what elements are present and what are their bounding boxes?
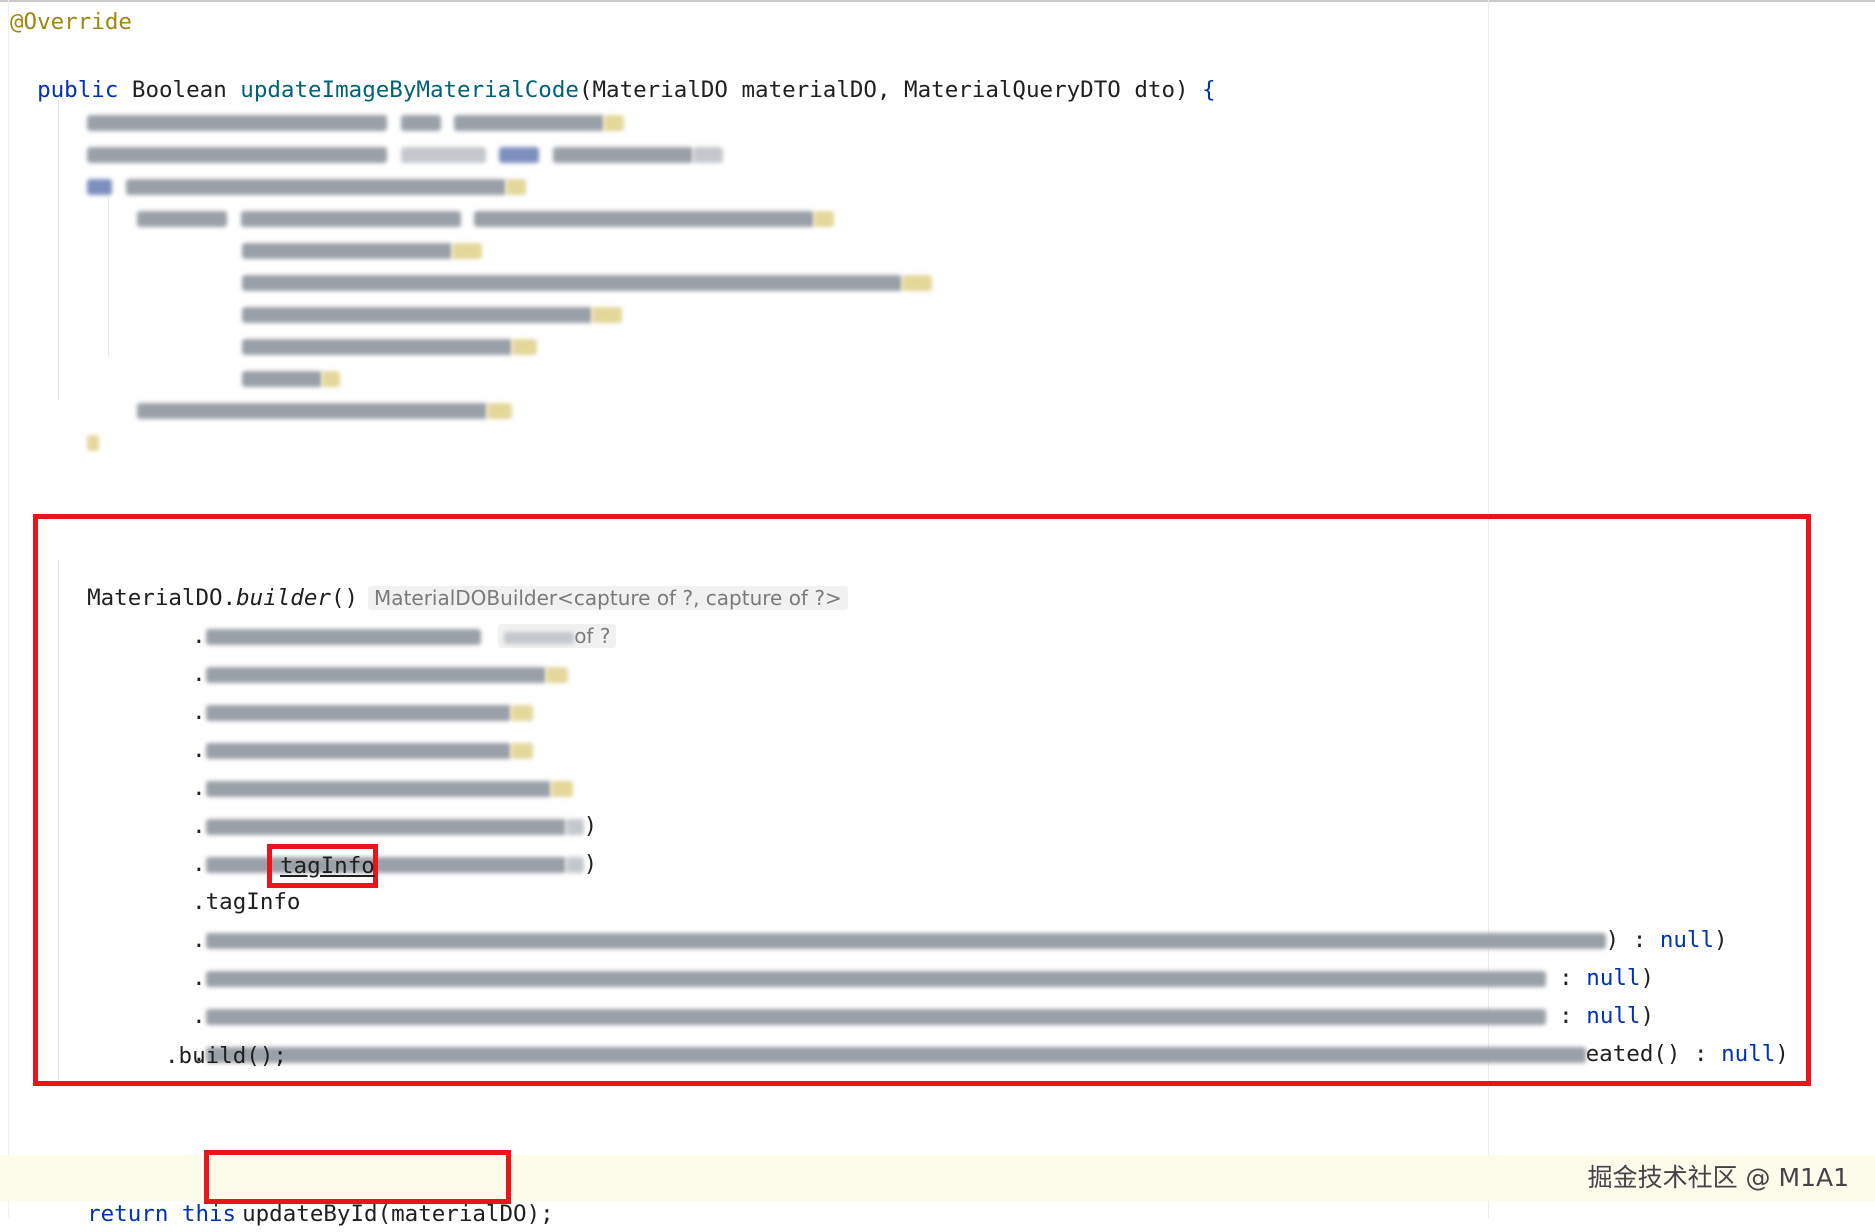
- builder-lead-time-line: . : null): [192, 1003, 1655, 1029]
- blurred-code-line: [60, 132, 526, 195]
- blurred-code-line: [110, 356, 513, 419]
- modify-time-close: ): [583, 851, 598, 877]
- blurred-code-line: [60, 68, 625, 131]
- enable-repeated-tail: eated() :: [1585, 1041, 1722, 1067]
- indent-guide: [108, 196, 109, 356]
- update-by-id-close: );: [526, 1201, 554, 1227]
- blurred-code-line: [60, 100, 723, 163]
- blurred-code-line: [60, 388, 100, 451]
- update-by-id-call: updateById(materialDO);: [215, 1160, 554, 1227]
- builder-enable-repeated-line: . eated() : null): [192, 1041, 1789, 1067]
- return-keyword: return: [87, 1201, 169, 1227]
- enable-repeated-close: ): [1775, 1041, 1789, 1067]
- builder-front-url-line: .: [165, 620, 568, 687]
- blurred-code-line: [215, 260, 623, 323]
- builder-call-line: MaterialDO.builder() MaterialDOBuilder<ca…: [60, 544, 848, 611]
- blurred-code-line: [215, 196, 483, 259]
- editor-top-border: [0, 0, 1875, 2]
- builder-back-url-line: .: [165, 658, 533, 725]
- builder-safety-stock-line: .) : null): [192, 927, 1728, 953]
- blurred-code-line: [215, 324, 341, 387]
- builder-id-line: . of ?: [165, 582, 617, 649]
- update-by-id-arg: materialDO: [391, 1201, 527, 1227]
- blurred-code-line: [215, 292, 538, 355]
- builder-side-url-line: .: [165, 696, 533, 763]
- capture-hint-tail: of ?: [574, 624, 611, 648]
- indent-guide: [58, 100, 59, 400]
- blurred-code-line: [215, 228, 933, 291]
- builder-modify-by-line: .): [192, 813, 598, 839]
- blurred-code-line: [110, 164, 835, 227]
- update-by-id-open-paren: (: [377, 1201, 392, 1227]
- method-open-brace: {: [1202, 77, 1216, 103]
- builder-modify-time-line: .): [192, 851, 598, 877]
- builder-detail-url-line: .: [165, 734, 573, 801]
- tag-info-argument: tagInfo: [280, 853, 375, 879]
- update-by-id-method: updateById: [242, 1201, 378, 1227]
- builder-build-call: .build();: [165, 1043, 287, 1069]
- safety-stock-null: null: [1659, 927, 1715, 953]
- gutter-guide: [8, 0, 9, 1218]
- builder-max-stock-line: . : null): [192, 965, 1655, 991]
- override-annotation: @Override: [10, 9, 132, 35]
- safety-stock-close: ): [1714, 927, 1728, 953]
- enable-repeated-null: null: [1721, 1041, 1776, 1067]
- watermark-text: 掘金技术社区 @ M1A1: [1587, 1163, 1849, 1192]
- params-close-paren: ): [1174, 77, 1189, 103]
- method-signature: public Boolean updateImageByMaterialCode…: [10, 36, 1216, 103]
